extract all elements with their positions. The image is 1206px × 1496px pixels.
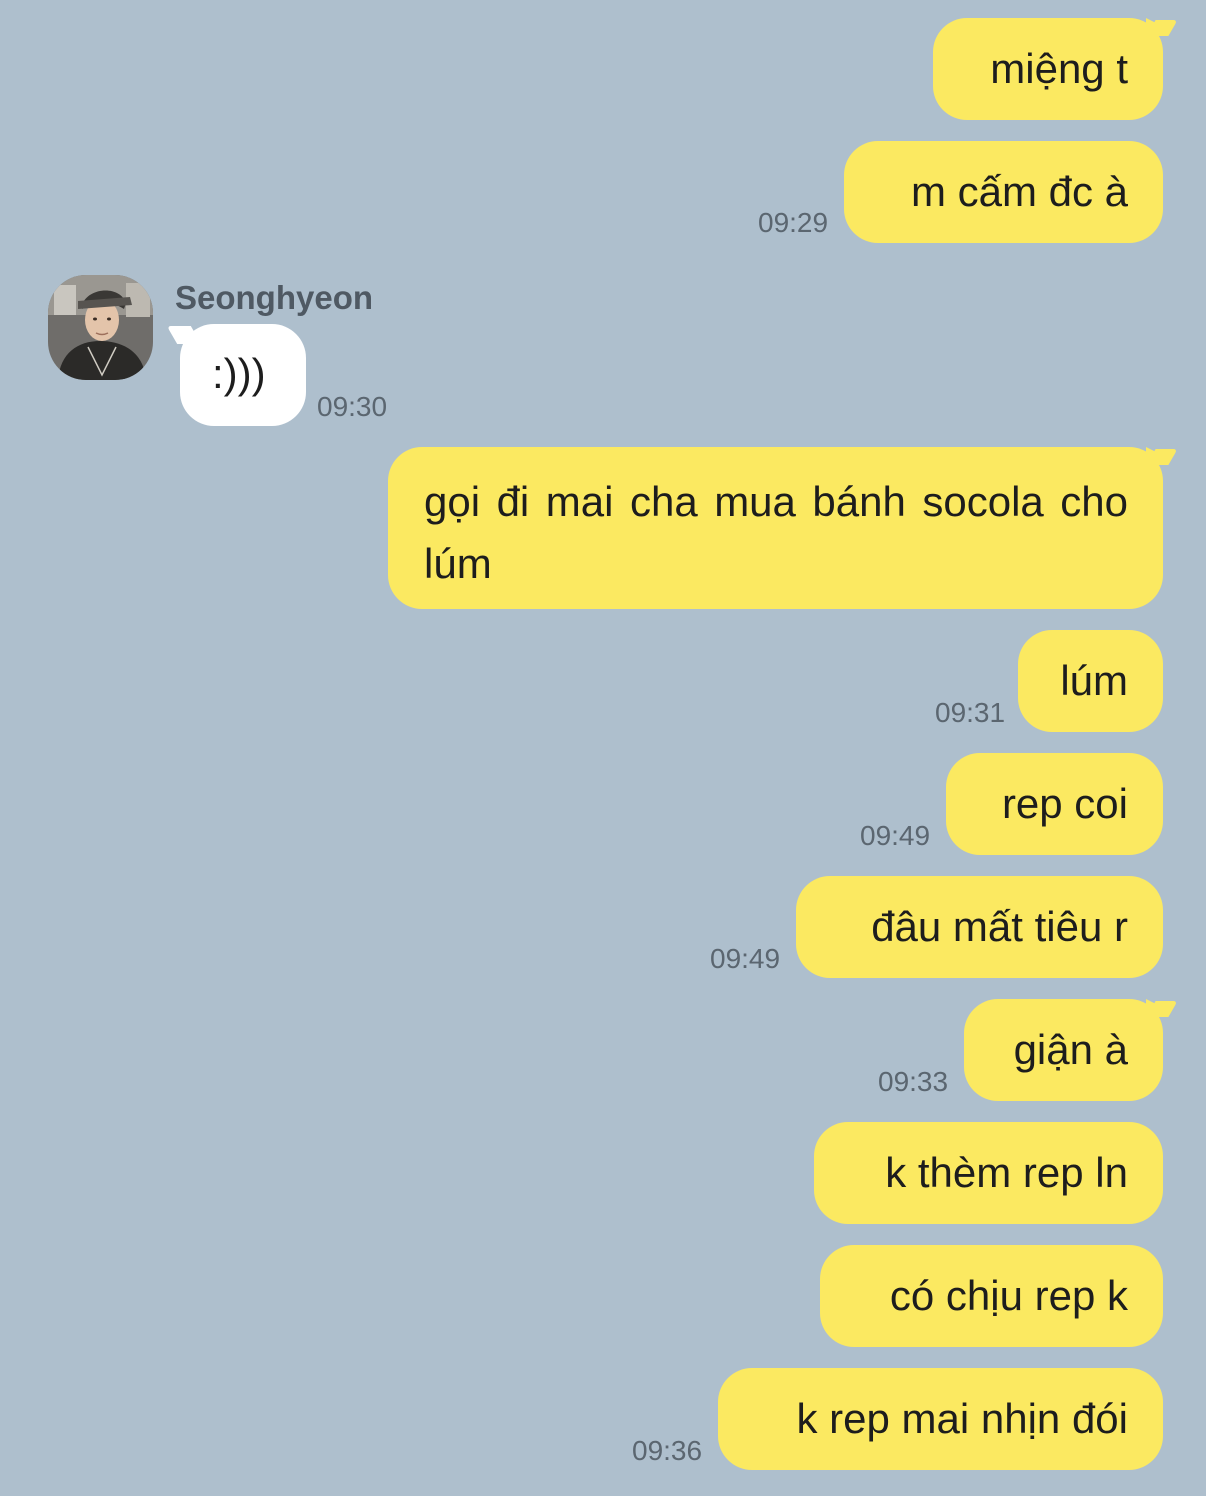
message-timestamp: 09:36	[632, 1435, 703, 1466]
message-timestamp: 09:33	[878, 1066, 949, 1097]
message-bubble[interactable]: gọi đi mai cha mua bánh socola cho lúm	[388, 447, 1170, 609]
message-bubble[interactable]: miệng t	[933, 18, 1170, 120]
message-bubble[interactable]: m cấm đc à	[844, 141, 1163, 243]
message-text: rep coi	[1001, 780, 1128, 827]
message-text: :)))	[212, 350, 266, 397]
message-bubble[interactable]: :)))	[180, 324, 306, 426]
message-text: m cấm đc à	[910, 168, 1128, 215]
message-bubble[interactable]: k thèm rep ln	[814, 1122, 1163, 1224]
message-timestamp: 09:49	[710, 943, 781, 974]
avatar[interactable]	[48, 275, 153, 380]
message-text: miệng t	[990, 45, 1128, 92]
message-timestamp: 09:29	[758, 207, 829, 238]
message-bubble[interactable]: lúm	[1018, 630, 1163, 732]
sender-name: Seonghyeon	[175, 279, 374, 316]
message-bubble[interactable]: có chịu rep k	[820, 1245, 1163, 1347]
message-text: giận à	[1013, 1026, 1128, 1073]
message-text: k thèm rep ln	[885, 1149, 1128, 1196]
message-text: k rep mai nhịn đói	[796, 1395, 1128, 1442]
message-text: có chịu rep k	[889, 1272, 1128, 1319]
message-timestamp: 09:49	[860, 820, 931, 851]
message-text: lúm	[1060, 657, 1128, 704]
message-bubble[interactable]: rep coi	[946, 753, 1163, 855]
message-bubble[interactable]: đâu mất tiêu r	[796, 876, 1163, 978]
message-bubble[interactable]: k rep mai nhịn đói	[718, 1368, 1163, 1470]
avatar-photo-icon	[48, 275, 153, 380]
message-timestamp: 09:31	[935, 697, 1006, 728]
message-text: gọi đi mai cha mua bánh socola cho lúm	[424, 478, 1128, 587]
message-text: đâu mất tiêu r	[871, 903, 1128, 950]
message-timestamp: 09:30	[317, 391, 388, 422]
message-bubble[interactable]: giận à	[964, 999, 1170, 1101]
